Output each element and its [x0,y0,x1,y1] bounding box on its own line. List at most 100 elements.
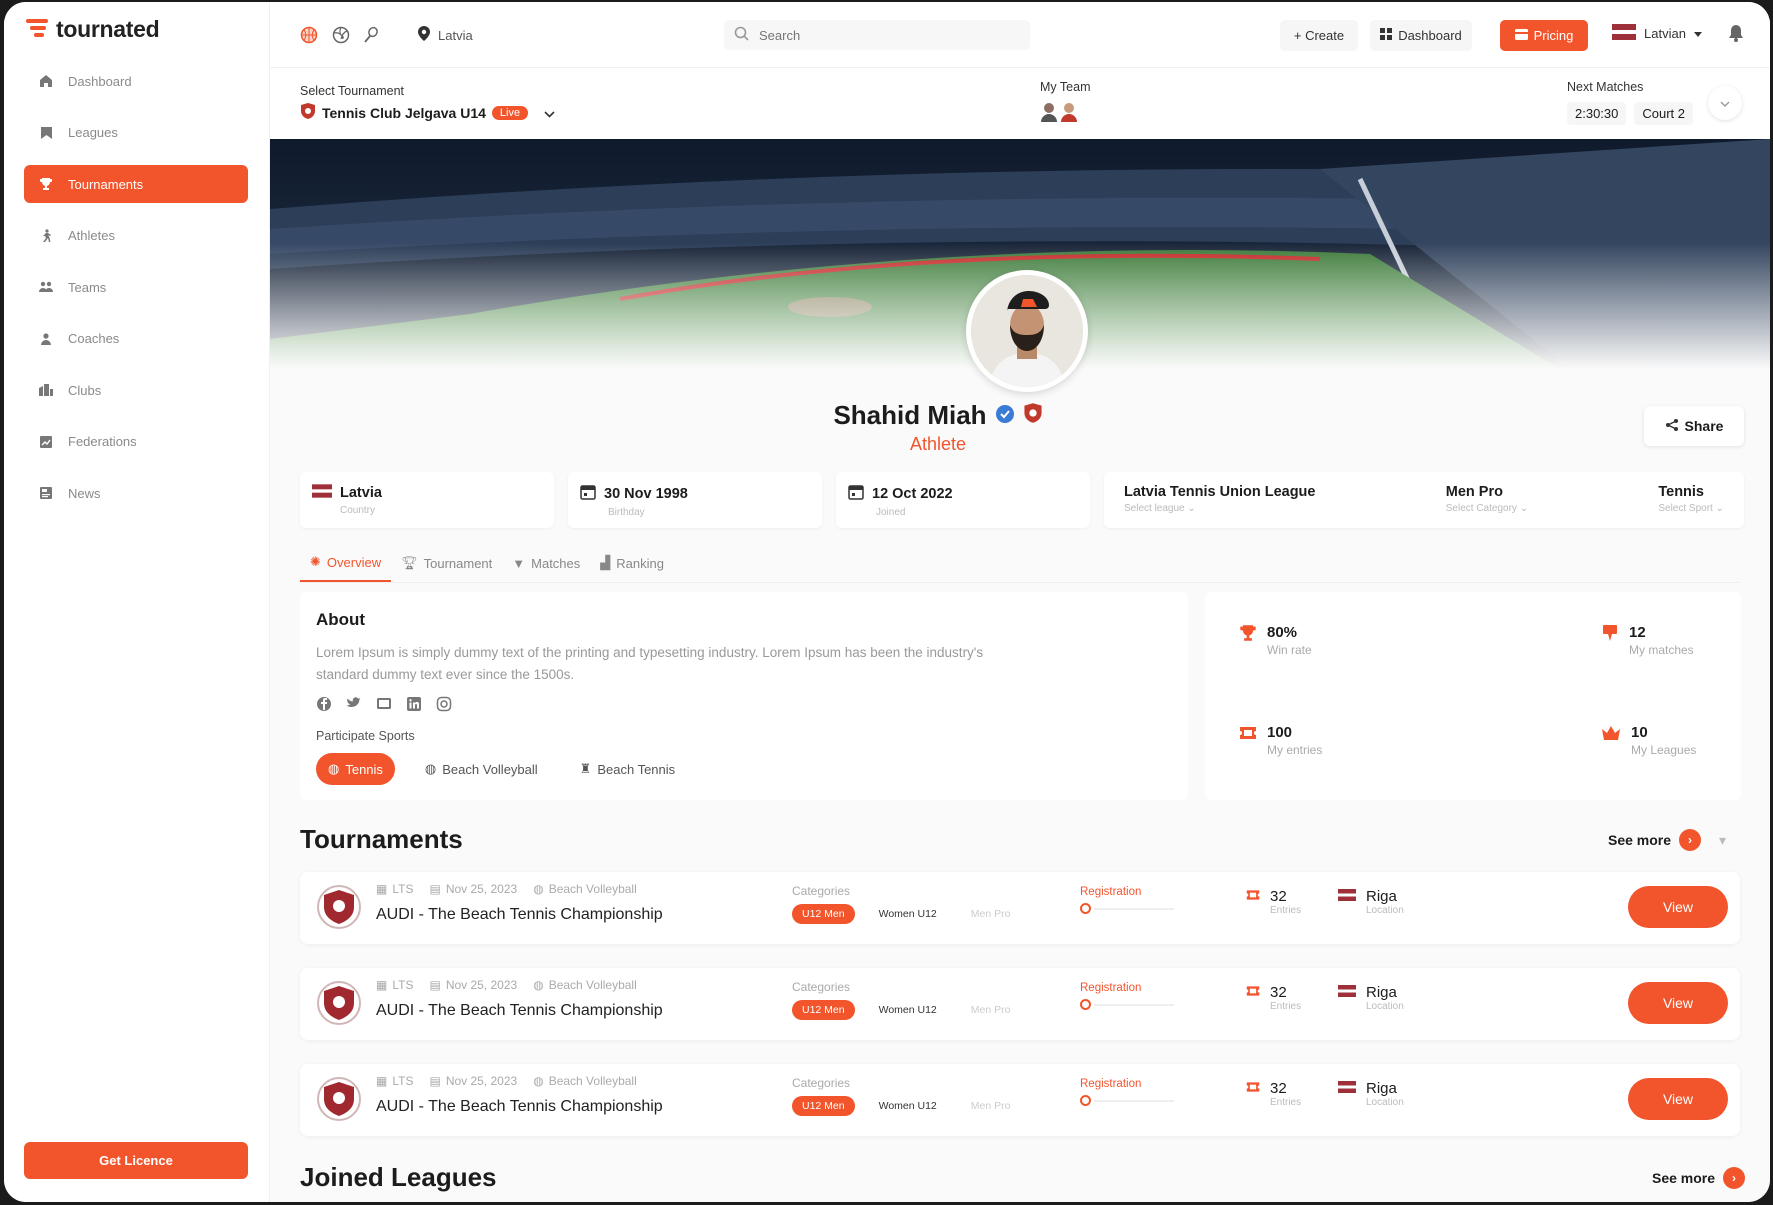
category-chip[interactable]: Women U12 [869,904,947,924]
stat-label: My matches [1629,643,1694,657]
sport-chip-label: Beach Tennis [597,761,676,777]
category-chip[interactable]: U12 Men [792,1096,855,1116]
category-select[interactable]: Men Pro Select Category ⌄ [1446,484,1528,516]
stat-my-leagues: 10 My Leagues [1601,724,1696,757]
category-chip[interactable]: Women U12 [869,1000,947,1020]
dashboard-button[interactable]: Dashboard [1370,20,1472,51]
next-matches[interactable]: 2:30:30 Court 2 [1567,102,1694,125]
sidebar-item-coaches[interactable]: Coaches [24,320,248,358]
tournament-meta: ▦ LTS ▤ Nov 25, 2023 ◍ Beach Volleyball [376,1074,637,1088]
profile-name-text: Shahid Miah [833,400,987,430]
sidebar-item-news[interactable]: News [24,474,248,512]
collapse-button[interactable] [1708,86,1742,120]
sidebar-item-athletes[interactable]: Athletes [24,217,248,255]
sidebar-item-teams[interactable]: Teams [24,268,248,306]
category-chip[interactable]: U12 Men [792,1000,855,1020]
tab-overview[interactable]: ✺ Overview [300,548,392,582]
category-chip[interactable]: U12 Men [792,904,855,924]
profile-avatar[interactable] [966,270,1088,392]
stat-label: My Leagues [1631,743,1697,757]
view-button[interactable]: View [1628,886,1728,928]
sidebar-item-dashboard[interactable]: Dashboard [24,62,248,100]
sidebar-item-tournaments[interactable]: Tournaments [24,165,248,203]
tournament-row[interactable]: ▦ LTS ▤ Nov 25, 2023 ◍ Beach Volleyball AUD… [300,872,1740,944]
language-selector[interactable]: Latvian [1612,24,1702,43]
runner-icon [38,228,54,244]
trophy-icon [38,176,54,192]
category-chip[interactable]: Women U12 [869,1096,947,1116]
tab-tournament[interactable]: 🏆︎ Tournament [391,548,502,582]
view-button[interactable]: View [1628,1078,1728,1120]
stat-value: 10 [1631,724,1648,741]
tab-matches[interactable]: ▼ Matches [502,548,590,582]
registration-status: Registration [1080,1078,1200,1106]
calendar-icon: ▤ [429,978,441,992]
tournament-row[interactable]: ▦ LTS ▤ Nov 25, 2023 ◍ Beach Volleyball AUD… [300,1064,1740,1136]
twitter-icon[interactable] [346,696,362,717]
league-value: Latvia Tennis Union League [1124,484,1316,500]
tennis-racket-icon[interactable] [362,26,380,44]
category-label: Select Category [1445,503,1517,514]
status-label: Registration [1080,982,1142,994]
entries-count: 32 [1270,984,1287,1001]
tab-ranking[interactable]: ▟ Ranking [590,548,674,582]
tournaments-title: Tournaments [300,824,463,854]
tournament-meta: ▦ LTS ▤ Nov 25, 2023 ◍ Beach Volleyball [376,882,637,896]
crown-icon [1601,724,1621,757]
birthday-card: 30 Nov 1998 Birthday [568,472,822,528]
message-icon[interactable] [376,696,392,717]
dashboard-button-label: Dashboard [1398,28,1462,43]
entries-count: 32 [1270,1080,1287,1097]
location-value: Riga [1366,888,1397,905]
sport-chip-tennis[interactable]: ◍ Tennis [316,753,395,785]
tournament-name: AUDI - The Beach Tennis Championship [376,1002,663,1019]
brand-logo[interactable]: tournated [26,16,160,43]
categories-label: Categories [792,1076,851,1090]
tournament-selector[interactable]: Tennis Club Jelgava U14 Live [300,102,555,123]
sidebar-item-leagues[interactable]: Leagues [24,114,248,152]
sidebar-item-clubs[interactable]: Clubs [24,371,248,409]
tournament-row[interactable]: ▦ LTS ▤ Nov 25, 2023 ◍ Beach Volleyball AUD… [300,968,1740,1040]
tournament-date: Nov 25, 2023 [445,1074,518,1088]
league-filters: Latvia Tennis Union League Select league… [1104,472,1744,528]
league-select[interactable]: Latvia Tennis Union League Select league… [1124,484,1315,516]
profile-info-row: Latvia Country 30 Nov 1998 Birthday 12 O… [300,472,1744,528]
category-chip[interactable]: Men Pro [961,904,1021,924]
volleyball-icon[interactable] [332,26,350,44]
basketball-icon[interactable] [300,26,318,44]
pricing-button[interactable]: Pricing [1500,20,1588,51]
registration-status: Registration [1080,886,1200,914]
entries: 32 Entries [1246,888,1301,916]
leagues-see-more[interactable]: See more › [1652,1167,1746,1189]
chevron-down-icon [544,105,555,121]
create-button[interactable]: + Create [1280,20,1358,51]
bell-icon[interactable] [1728,24,1744,47]
next-matches-label: Next Matches [1567,80,1644,94]
view-button[interactable]: View [1628,982,1728,1024]
facebook-icon[interactable] [316,696,332,717]
get-licence-button[interactable]: Get Licence [24,1142,248,1179]
calendar-icon [580,484,596,504]
share-button[interactable]: Share [1644,406,1744,446]
team-avatars[interactable] [1040,102,1078,127]
sidebar-item-label: Athletes [68,228,115,243]
instagram-icon[interactable] [436,696,452,717]
matches-icon: ▼ [512,555,526,571]
bookmark-icon [38,125,54,141]
country-card: Latvia Country [300,472,554,528]
latvia-flag-icon [312,484,332,502]
verified-badge-icon [995,400,1015,431]
sport-select[interactable]: Tennis Select Sport ⌄ [1658,484,1724,516]
sport-chip-beach-volleyball[interactable]: ◍ Beach Volleyball [413,753,550,785]
sport-chip-beach-tennis[interactable]: ♜ Beach Tennis [568,753,687,785]
search-input[interactable] [759,27,999,43]
chevron-right-icon: › [1679,829,1702,851]
linkedin-icon[interactable] [406,696,422,717]
stats-card: 80% Win rate 12 My matches 100 My entries 1… [1205,592,1741,800]
location-selector[interactable]: Latvia [418,26,473,44]
sidebar-item-federations[interactable]: Federations [24,423,248,461]
category-chip[interactable]: Men Pro [961,1096,1021,1116]
filter-icon[interactable]: ▾ [1719,832,1726,849]
category-chip[interactable]: Men Pro [961,1000,1021,1020]
tournaments-see-more[interactable]: See more › ▾ [1608,829,1726,851]
